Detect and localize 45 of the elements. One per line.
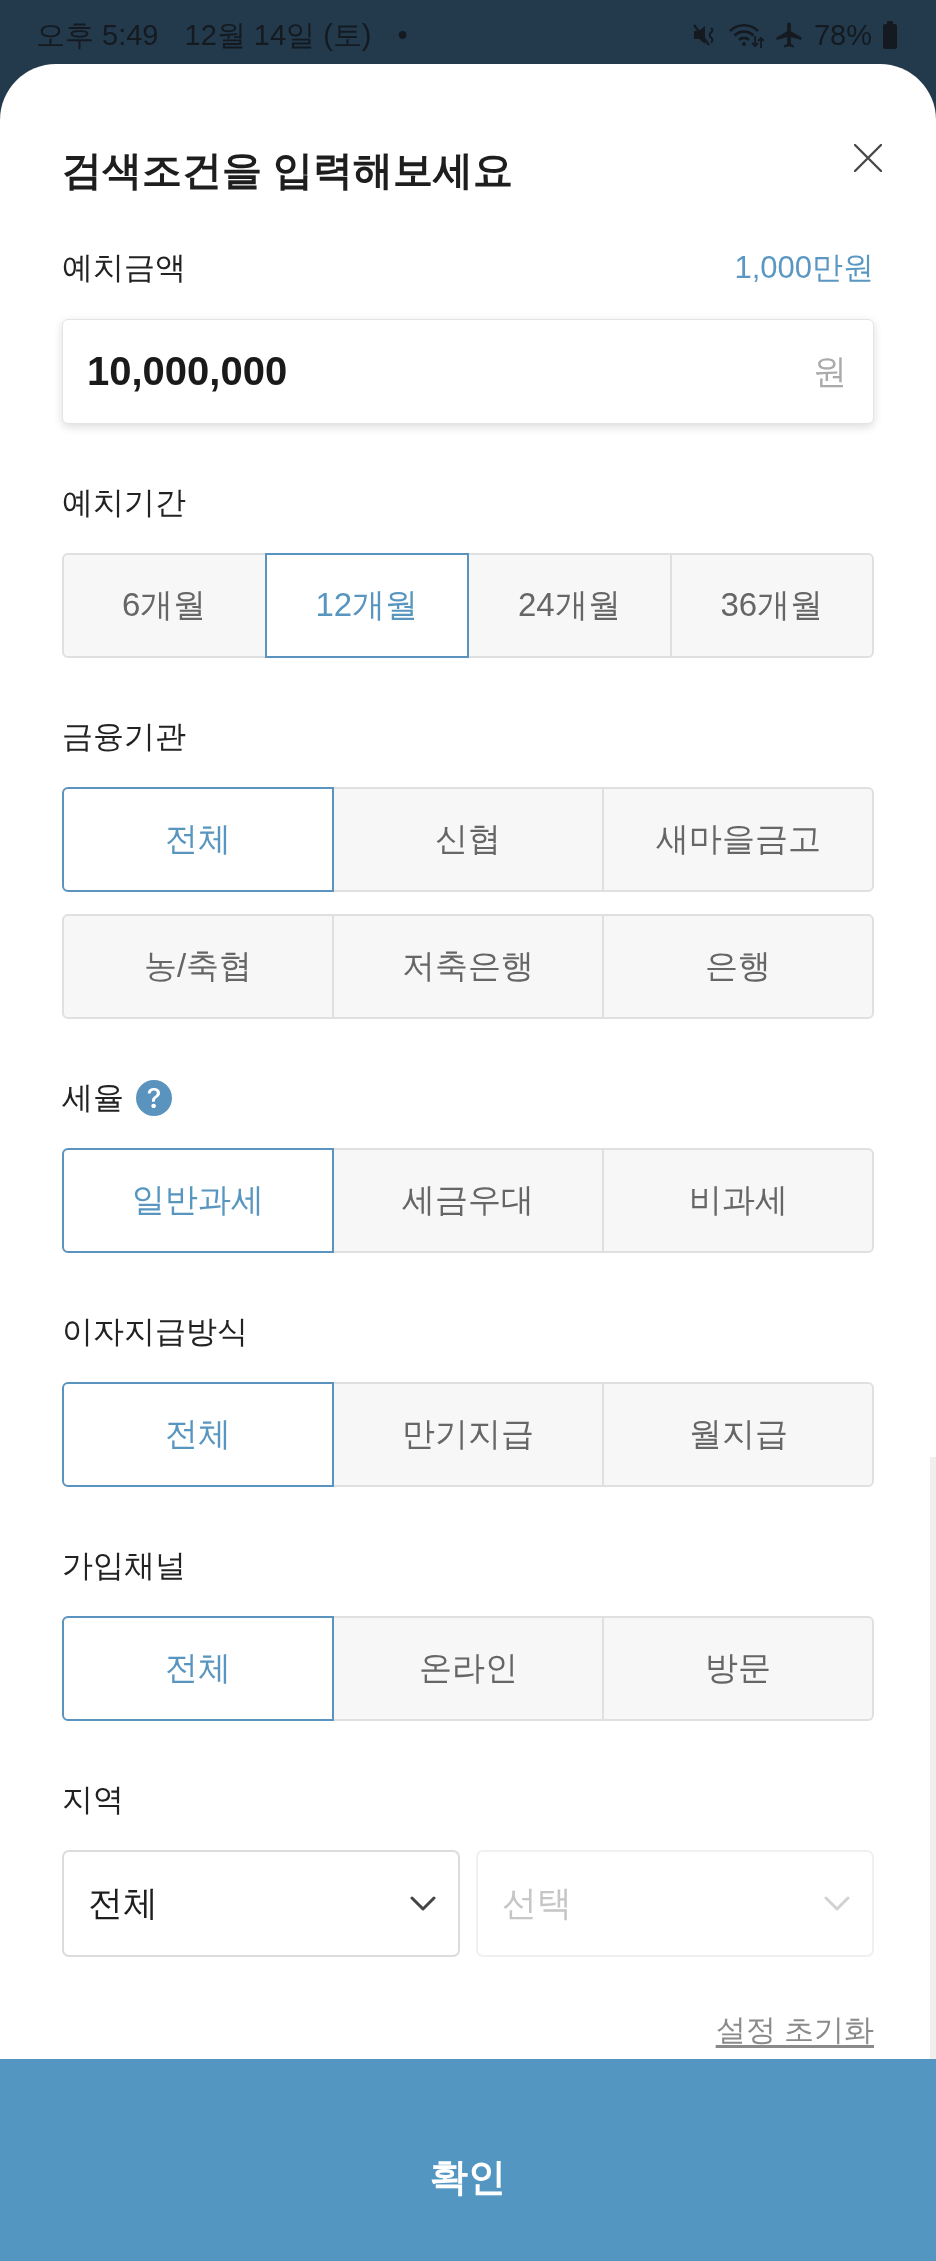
filter-option[interactable]: 12개월	[264, 553, 469, 658]
battery-icon	[882, 21, 898, 49]
filter-option[interactable]: 방문	[602, 1616, 874, 1721]
filter-option[interactable]: 전체	[62, 1616, 334, 1721]
section-label: 이자지급방식	[62, 1313, 248, 1351]
filter-option[interactable]: 만기지급	[332, 1382, 604, 1487]
filter-option[interactable]: 36개월	[669, 553, 874, 658]
filter-option[interactable]: 신협	[332, 787, 604, 892]
section-label: 지역	[62, 1781, 124, 1819]
select-value: 전체	[88, 1882, 158, 1924]
notification-dot: •	[397, 18, 408, 52]
filter-option[interactable]: 전체	[62, 787, 334, 892]
filter-option[interactable]: 농/축협	[62, 914, 334, 1019]
amount-summary: 1,000만원	[734, 249, 874, 287]
section-label: 금융기관	[62, 718, 186, 756]
section-label: 예치기간	[62, 484, 186, 522]
close-icon	[854, 144, 882, 172]
filter-option[interactable]: 비과세	[602, 1148, 874, 1253]
unit-label: 원	[813, 350, 847, 392]
help-icon[interactable]	[136, 1080, 172, 1116]
filter-option[interactable]: 일반과세	[62, 1148, 334, 1253]
section-label: 가입채널	[62, 1547, 186, 1585]
select-placeholder: 선택	[502, 1882, 572, 1924]
filter-option[interactable]: 새마을금고	[602, 787, 874, 892]
filter-option[interactable]: 전체	[62, 1382, 334, 1487]
filter-option[interactable]: 저축은행	[332, 914, 604, 1019]
close-button[interactable]	[854, 144, 882, 172]
sheet-title: 검색조건을 입력해보세요	[62, 147, 514, 194]
filter-option[interactable]: 온라인	[332, 1616, 604, 1721]
chevron-down-icon	[824, 1896, 850, 1911]
filter-option[interactable]: 세금우대	[332, 1148, 604, 1253]
chevron-down-icon	[410, 1896, 436, 1911]
filter-option[interactable]: 6개월	[62, 553, 267, 658]
region-select[interactable]: 전체	[62, 1850, 460, 1957]
section-label: 세율	[62, 1079, 124, 1117]
filter-option[interactable]: 월지급	[602, 1382, 874, 1487]
airplane-icon	[773, 20, 804, 50]
section-label: 예치금액	[62, 249, 186, 287]
filter-option[interactable]: 24개월	[467, 553, 672, 658]
filter-option[interactable]: 은행	[602, 914, 874, 1019]
confirm-button[interactable]: 확인	[0, 2059, 936, 2261]
amount-value: 10,000,000	[87, 349, 288, 394]
wifi-icon	[727, 21, 764, 49]
amount-input-field[interactable]: 10,000,000 원	[62, 319, 874, 424]
reset-link[interactable]: 설정 초기화	[715, 2012, 874, 2048]
